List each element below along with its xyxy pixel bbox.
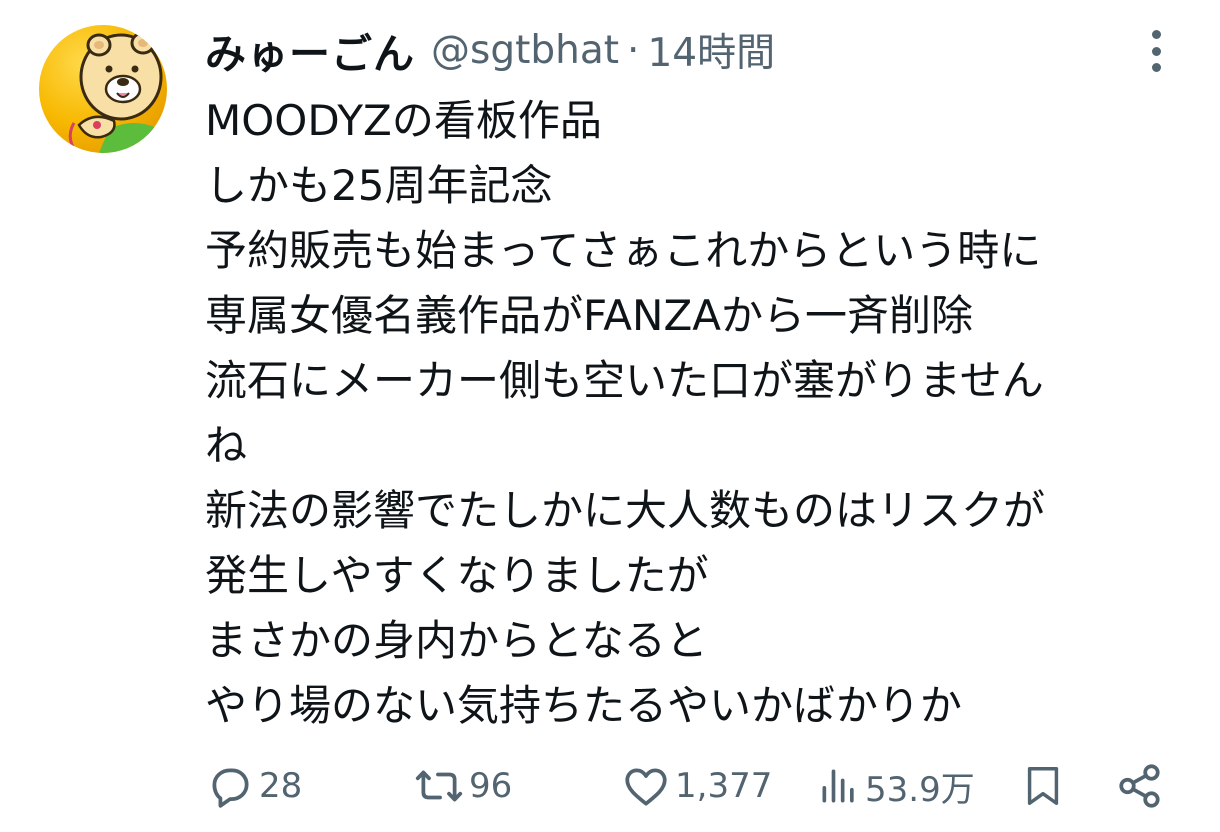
view-count: 53.9万 bbox=[865, 769, 975, 810]
tweet: みゅーごん @sgtbhat · 14時間 MOODYZの看板作品 しかも25周… bbox=[0, 0, 1220, 832]
bear-avatar-icon bbox=[39, 25, 167, 153]
bookmark-icon bbox=[1027, 767, 1059, 805]
tweet-text-line: まさかの身内からとなると bbox=[205, 616, 708, 665]
reply-count: 28 bbox=[259, 766, 303, 806]
more-vertical-icon[interactable] bbox=[1138, 26, 1174, 76]
reply-button[interactable]: 28 bbox=[205, 758, 302, 814]
bookmark-button[interactable] bbox=[1020, 758, 1066, 814]
retweet-icon bbox=[415, 770, 463, 802]
timestamp[interactable]: 14時間 bbox=[647, 22, 775, 78]
display-name[interactable]: みゅーごん bbox=[205, 20, 415, 80]
action-bar: 28 96 1,377 53.9万 bbox=[205, 758, 1170, 814]
share-icon bbox=[1119, 764, 1160, 808]
separator-dot: · bbox=[627, 27, 640, 73]
retweet-count: 96 bbox=[469, 766, 513, 806]
tweet-text-line: 発生しやすくなりましたが bbox=[205, 551, 709, 600]
tweet-text-line: やり場のない気持ちたるやいかばかりか bbox=[205, 681, 962, 730]
heart-icon bbox=[625, 768, 667, 806]
like-count: 1,377 bbox=[675, 766, 773, 806]
more-dot bbox=[1151, 30, 1161, 39]
tweet-text-line: 流石にメーカー側も空いた口が塞がりません bbox=[205, 356, 1044, 405]
tweet-text-line: 予約販売も始まってさぁこれからという時に bbox=[205, 226, 1042, 275]
retweet-button[interactable]: 96 bbox=[413, 758, 512, 814]
tweet-text-line: 新法の影響でたしかに大人数ものはリスクが bbox=[205, 486, 1046, 535]
reply-icon bbox=[212, 768, 249, 808]
tweet-text-line: 専属女優名義作品がFANZAから一斉削除 bbox=[205, 291, 973, 340]
tweet-text-line: MOODYZの看板作品 bbox=[205, 96, 602, 145]
more-dot bbox=[1151, 63, 1161, 72]
tweet-header: みゅーごん @sgtbhat · 14時間 bbox=[205, 20, 775, 80]
tweet-text: MOODYZの看板作品 しかも25周年記念 予約販売も始まってさぁこれからという… bbox=[205, 88, 1195, 738]
user-handle[interactable]: @sgtbhat bbox=[431, 28, 619, 73]
like-button[interactable]: 1,377 bbox=[621, 758, 772, 814]
tweet-text-line: ね bbox=[205, 421, 248, 470]
share-button[interactable] bbox=[1115, 758, 1165, 814]
avatar[interactable] bbox=[39, 25, 167, 153]
views-button[interactable]: 53.9万 bbox=[817, 758, 975, 814]
tweet-text-line: しかも25周年記念 bbox=[205, 161, 553, 210]
views-icon bbox=[822, 769, 854, 803]
more-dot bbox=[1151, 46, 1161, 56]
